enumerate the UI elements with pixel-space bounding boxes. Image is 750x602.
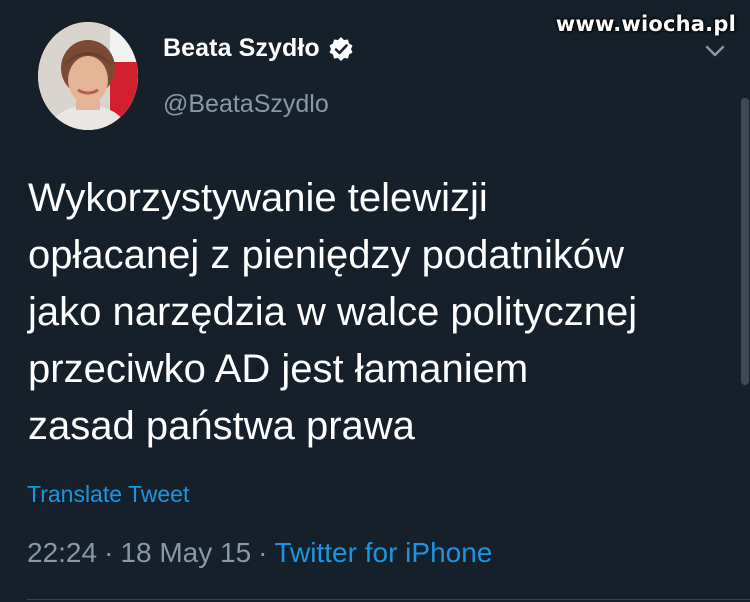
meta-separator: · — [104, 537, 114, 568]
scrollbar[interactable] — [741, 98, 749, 385]
watermark: www.wiocha.pl — [555, 12, 736, 36]
tweet-line: przeciwko AD jest łamaniem — [28, 347, 529, 391]
avatar[interactable] — [38, 22, 138, 130]
chevron-down-icon[interactable] — [704, 40, 726, 62]
tweet-line: Wykorzystywanie telewizji — [28, 176, 488, 220]
author-handle[interactable]: @BeataSzydlo — [163, 90, 329, 119]
tweet-line: zasad państwa prawa — [28, 404, 415, 448]
tweet-text: Wykorzystywanie telewizji opłacanej z pi… — [28, 170, 733, 455]
translate-tweet-link[interactable]: Translate Tweet — [27, 481, 189, 508]
tweet-date[interactable]: 18 May 15 — [120, 537, 251, 568]
tweet-line: jako narzędzia w walce politycznej — [28, 290, 638, 334]
avatar-photo — [38, 22, 138, 130]
author-row: Beata Szydło — [163, 34, 354, 63]
tweet-source-link[interactable]: Twitter for iPhone — [274, 537, 492, 568]
divider — [27, 599, 750, 600]
tweet-time[interactable]: 22:24 — [27, 537, 97, 568]
verified-badge-icon — [328, 36, 354, 62]
tweet-line: opłacanej z pieniędzy podatników — [28, 233, 624, 277]
author-name[interactable]: Beata Szydło — [163, 34, 320, 63]
meta-separator: · — [258, 537, 268, 568]
tweet-meta: 22:24 · 18 May 15 · Twitter for iPhone — [27, 537, 492, 569]
